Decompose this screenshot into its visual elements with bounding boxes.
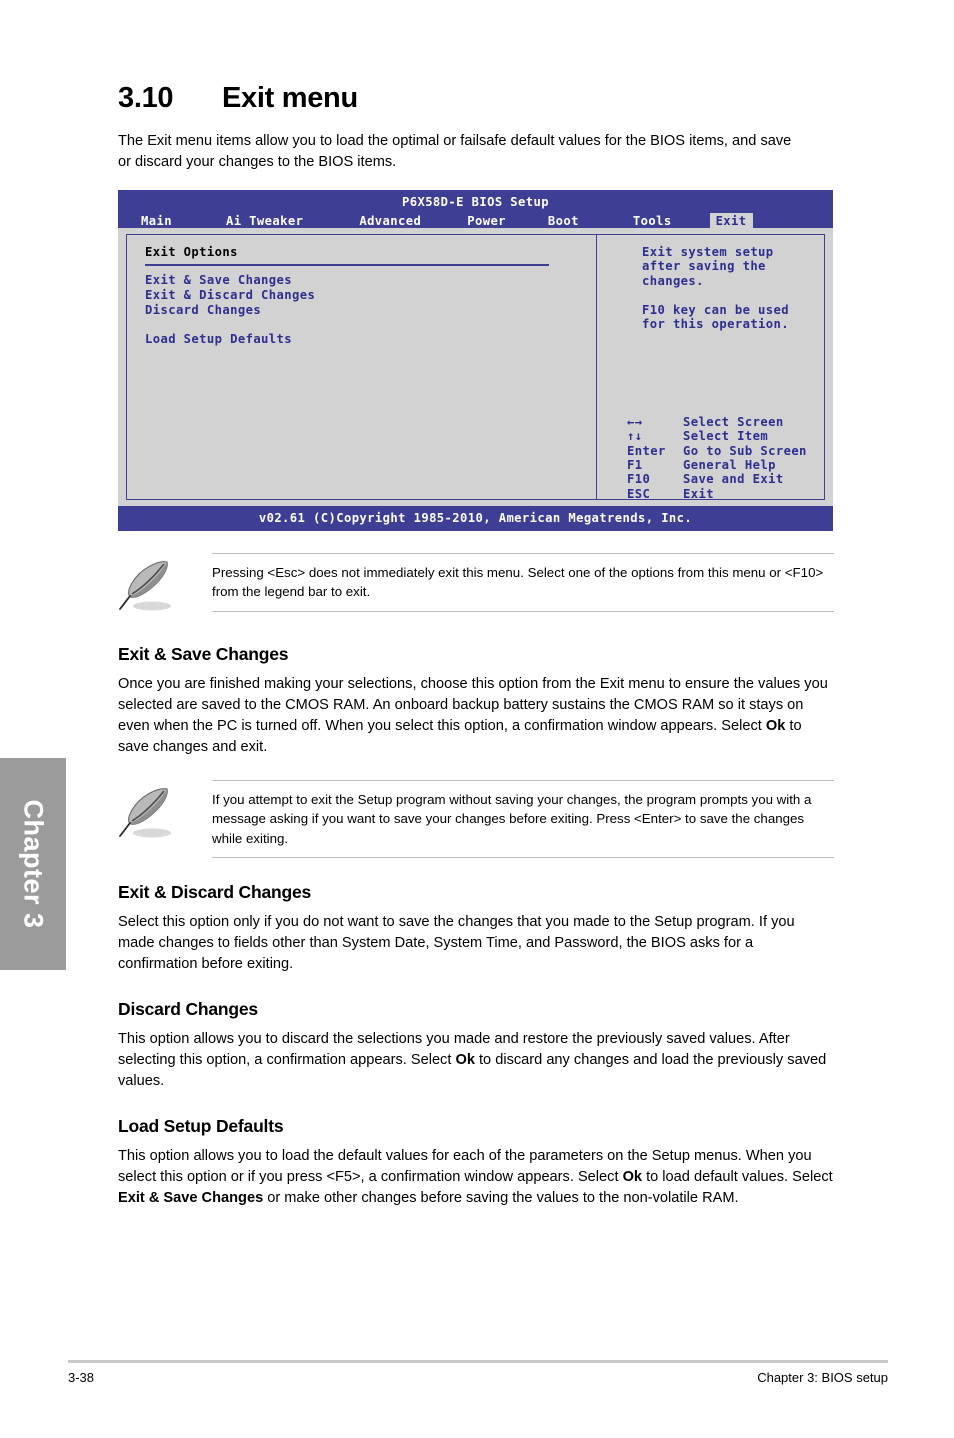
bios-help-line-1: Exit system setup xyxy=(642,244,774,259)
legend-row-select-item: ↑↓ Select Item xyxy=(627,429,807,443)
bios-body: Exit Options Exit & Save Changes Exit & … xyxy=(118,227,833,506)
bios-tab-boot[interactable]: Boot xyxy=(542,213,585,230)
bios-options-panel: Exit Options Exit & Save Changes Exit & … xyxy=(126,233,596,500)
bios-options-header: Exit Options xyxy=(145,244,238,259)
quill-pen-icon xyxy=(118,780,212,847)
bios-options-divider xyxy=(145,263,549,266)
subsection-body-load-setup-defaults: This option allows you to load the defau… xyxy=(118,1146,833,1209)
chapter-side-tab-label: Chapter 3 xyxy=(18,799,49,929)
legend-key-esc: ESC xyxy=(627,486,651,501)
note-text: If you attempt to exit the Setup program… xyxy=(212,791,812,846)
text-run-bold: Ok xyxy=(622,1169,643,1186)
arrows-up-down-icon: ↑↓ xyxy=(627,429,643,444)
bios-tab-ai-tweaker[interactable]: Ai Tweaker xyxy=(220,213,309,230)
legend-action-general-help: General Help xyxy=(683,457,776,472)
legend-action-save-and-exit: Save and Exit xyxy=(683,472,784,487)
quill-pen-icon xyxy=(118,553,212,620)
text-run-bold: Ok xyxy=(765,717,786,734)
subsection-heading-load-setup-defaults: Load Setup Defaults xyxy=(118,1116,284,1137)
text-run: or make other changes before saving the … xyxy=(263,1190,739,1207)
footer-divider xyxy=(68,1360,888,1363)
subsection-heading-exit-save-changes: Exit & Save Changes xyxy=(118,643,289,664)
bios-tab-bar: Main Ai Tweaker Advanced Power Boot Tool… xyxy=(118,210,833,230)
bios-option-load-setup-defaults[interactable]: Load Setup Defaults xyxy=(145,332,596,347)
text-run-bold: Ok xyxy=(455,1052,475,1069)
subsection-body-discard-changes: This option allows you to discard the se… xyxy=(118,1029,833,1092)
legend-row-esc: ESC Exit xyxy=(627,487,807,501)
footer-chapter-title: Chapter 3: BIOS setup xyxy=(757,1370,888,1385)
page-title: 3.10 Exit menu xyxy=(118,0,834,115)
bios-tab-power[interactable]: Power xyxy=(461,213,512,230)
bios-copyright-bar: v02.61 (C)Copyright 1985-2010, American … xyxy=(118,505,833,531)
text-run: Select this option only if you do not wa… xyxy=(118,914,795,973)
legend-row-f10: F10 Save and Exit xyxy=(627,472,807,486)
bios-help-line-4: F10 key can be used xyxy=(642,302,790,317)
legend-row-select-screen: ←→ Select Screen xyxy=(627,415,807,429)
bios-tab-advanced[interactable]: Advanced xyxy=(353,213,427,230)
legend-key-f1: F1 xyxy=(627,457,643,472)
bios-tab-exit[interactable]: Exit xyxy=(709,212,753,230)
subsection-body-exit-save-changes: Once you are finished making your select… xyxy=(118,674,833,758)
bios-title: P6X58D-E BIOS Setup xyxy=(401,194,549,209)
text-run-bold: Exit & Save Changes xyxy=(118,1190,264,1207)
bios-setup-screen: P6X58D-E BIOS Setup Main Ai Tweaker Adva… xyxy=(118,189,833,531)
footer-page-number: 3-38 xyxy=(68,1370,95,1385)
bios-help-spacer xyxy=(597,288,824,303)
subsection-heading-discard-changes: Discard Changes xyxy=(118,999,258,1020)
bios-option-exit-save-changes[interactable]: Exit & Save Changes xyxy=(145,273,596,288)
text-run: Once you are finished making your select… xyxy=(118,675,828,734)
note-box: If you attempt to exit the Setup program… xyxy=(118,779,834,859)
text-run: to load default values. Select xyxy=(642,1169,833,1186)
bios-help-line-5: for this operation. xyxy=(642,317,790,332)
legend-action-exit: Exit xyxy=(683,486,714,501)
legend-action-select-screen: Select Screen xyxy=(683,414,784,429)
section-intro: The Exit menu items allow you to load th… xyxy=(118,133,792,170)
bios-options-spacer xyxy=(145,318,596,332)
note-box: Pressing <Esc> does not immediately exit… xyxy=(118,552,834,620)
page-content: 3.10 Exit menu The Exit menu items allow… xyxy=(118,0,834,1209)
bios-header: P6X58D-E BIOS Setup Main Ai Tweaker Adva… xyxy=(118,189,833,230)
bios-tab-tools[interactable]: Tools xyxy=(627,213,678,230)
bios-help-panel: Exit system setup after saving the chang… xyxy=(596,233,825,501)
legend-row-f1: F1 General Help xyxy=(627,458,807,472)
note-body: If you attempt to exit the Setup program… xyxy=(212,779,834,859)
legend-action-go-to-sub-screen: Go to Sub Screen xyxy=(683,443,807,458)
bios-tab-main[interactable]: Main xyxy=(135,213,178,230)
chapter-side-tab: Chapter 3 xyxy=(0,758,66,970)
legend-key-enter: Enter xyxy=(627,443,666,458)
bios-option-discard-changes[interactable]: Discard Changes xyxy=(145,303,596,318)
note-body: Pressing <Esc> does not immediately exit… xyxy=(212,552,834,612)
subsection-heading-exit-discard-changes: Exit & Discard Changes xyxy=(118,882,312,903)
arrows-left-right-icon: ←→ xyxy=(627,414,643,429)
legend-row-enter: Enter Go to Sub Screen xyxy=(627,444,807,458)
note-text: Pressing <Esc> does not immediately exit… xyxy=(212,564,824,600)
section-number: 3.10 xyxy=(118,82,174,114)
legend-key-f10: F10 xyxy=(627,472,651,487)
bios-help-line-3: changes. xyxy=(642,273,704,288)
bios-help-line-2: after saving the xyxy=(642,259,766,274)
subsection-body-exit-discard-changes: Select this option only if you do not wa… xyxy=(118,912,833,975)
legend-action-select-item: Select Item xyxy=(683,429,769,444)
bios-key-legend: ←→ Select Screen ↑↓ Select Item Enter Go… xyxy=(597,415,807,501)
section-title: Exit menu xyxy=(222,82,358,114)
bios-option-exit-discard-changes[interactable]: Exit & Discard Changes xyxy=(145,288,596,303)
